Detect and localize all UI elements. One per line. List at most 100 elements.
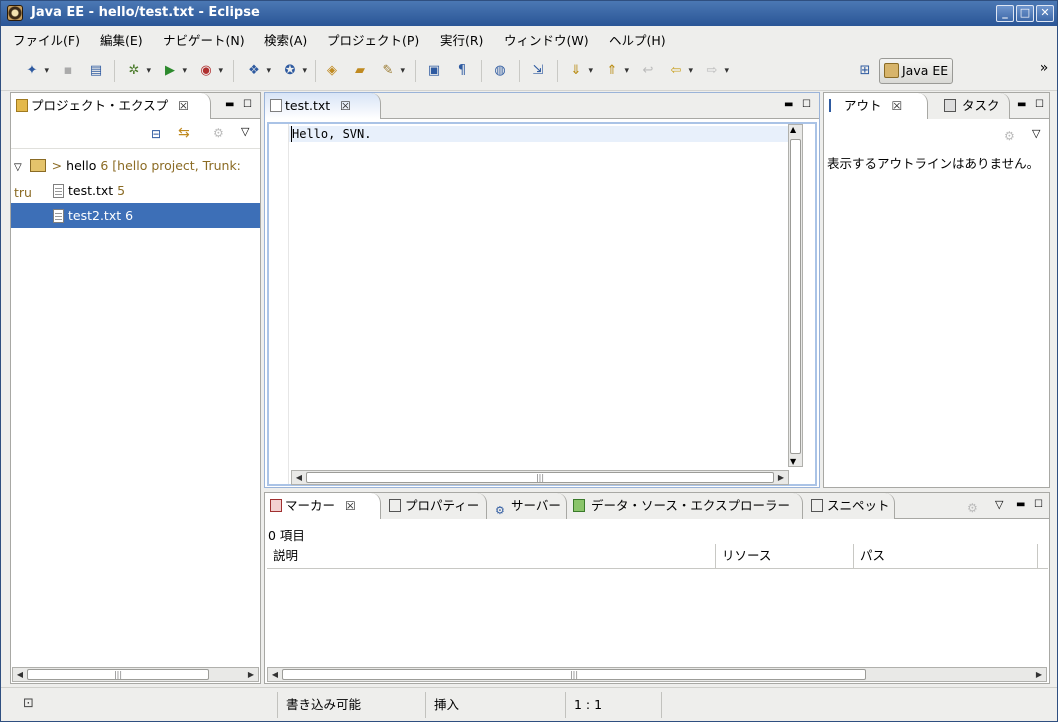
maximize-view-icon[interactable]: ☐ [802, 99, 811, 110]
minimize-view-icon[interactable]: ▬ [225, 99, 234, 110]
menu-navigate[interactable]: ナビゲート(N) [163, 30, 245, 49]
tab-outline[interactable]: アウト ☒ [824, 93, 928, 119]
scroll-left-icon[interactable]: ◀ [13, 668, 27, 681]
window-title: Java EE - hello/test.txt - Eclipse [31, 5, 260, 20]
scroll-thumb[interactable]: ||| [282, 669, 866, 680]
close-icon[interactable]: ☒ [178, 99, 189, 113]
project-explorer-horizontal-scrollbar[interactable]: ◀ ||| ▶ [12, 667, 259, 682]
minimize-view-icon[interactable]: ▬ [784, 99, 793, 110]
tab-snippets[interactable]: スニペット [803, 493, 895, 519]
menu-search[interactable]: 検索(A) [264, 30, 307, 49]
search-icon[interactable]: ✎ [379, 62, 405, 80]
view-menu-icon[interactable]: ▽ [995, 498, 1003, 511]
view-menu-icon[interactable]: ▽ [1032, 127, 1040, 140]
tab-properties[interactable]: プロパティー [381, 493, 487, 519]
project-explorer-tab-label: プロジェクト・エクスプ [31, 98, 169, 113]
markers-table-header: 説明 リソース パス [267, 544, 1048, 569]
minimize-view-icon[interactable]: ▬ [1017, 99, 1026, 110]
tree-item-file-selected[interactable]: test2.txt 6 [11, 203, 260, 228]
minimize-view-icon[interactable]: ▬ [1016, 499, 1025, 510]
maximize-view-icon[interactable]: ☐ [1034, 499, 1043, 510]
forward-icon[interactable]: ⇨ [703, 62, 729, 80]
debug-icon[interactable]: ✲ [125, 62, 151, 80]
menu-help[interactable]: ヘルプ(H) [609, 30, 666, 49]
scroll-thumb[interactable]: ||| [27, 669, 209, 680]
column-description[interactable]: 説明 [267, 544, 716, 568]
open-type-icon[interactable]: ◈ [323, 62, 341, 80]
show-whitespace-icon[interactable]: ¶ [453, 62, 471, 80]
save-icon[interactable]: ▪ [59, 62, 77, 80]
tab-test-txt[interactable]: test.txt ☒ [265, 93, 381, 119]
tab-project-explorer[interactable]: プロジェクト・エクスプ ☒ [11, 93, 211, 119]
editor-vertical-scrollbar[interactable]: ▲ ▼ [788, 124, 803, 467]
scroll-up-icon[interactable]: ▲ [790, 125, 796, 134]
menu-project[interactable]: プロジェクト(P) [327, 30, 419, 49]
view-menu-icon[interactable]: ▽ [241, 125, 249, 138]
data-source-icon [573, 499, 585, 512]
perspective-java-ee-button[interactable]: Java EE [879, 58, 953, 84]
menu-file[interactable]: ファイル(F) [13, 30, 80, 49]
collapse-all-icon[interactable]: ⊟ [151, 127, 161, 141]
tab-data-source-explorer[interactable]: データ・ソース・エクスプローラー [567, 493, 803, 519]
editor-panel: test.txt ☒ ▬ ☐ Hello, SVN. ▲ ▼ ◀ ||| ▶ [264, 92, 820, 488]
scroll-left-icon[interactable]: ◀ [292, 471, 306, 484]
tree-item-project-hello[interactable]: ▽ > hello 6 [hello project, Trunk: tru [11, 153, 260, 200]
browser-icon[interactable]: ◍ [491, 62, 509, 80]
title-bar[interactable]: Java EE - hello/test.txt - Eclipse _ □ ✕ [1, 1, 1057, 26]
back-icon[interactable]: ⇦ [667, 62, 693, 80]
tree-item-file[interactable]: test.txt 5 [11, 178, 260, 203]
close-icon[interactable]: ☒ [345, 499, 356, 513]
scroll-right-icon[interactable]: ▶ [1032, 668, 1046, 681]
scroll-thumb[interactable]: ||| [306, 472, 774, 483]
next-annotation-icon[interactable]: ⇓ [567, 62, 593, 80]
previous-annotation-icon[interactable]: ⇑ [603, 62, 629, 80]
expand-triangle-icon[interactable]: ▽ [14, 162, 22, 173]
text-file-icon [53, 209, 64, 223]
editor-text[interactable]: Hello, SVN. [291, 126, 371, 142]
minimize-button[interactable]: _ [996, 5, 1014, 22]
scroll-right-icon[interactable]: ▶ [244, 668, 258, 681]
status-cursor-position: 1 : 1 [565, 692, 661, 718]
text-editor[interactable]: Hello, SVN. ▲ ▼ ◀ ||| ▶ [267, 122, 817, 486]
toolbar-overflow-icon[interactable]: » [1035, 59, 1053, 77]
open-perspective-icon[interactable]: ⊞ [856, 62, 874, 80]
close-icon[interactable]: ☒ [892, 99, 903, 113]
column-resource[interactable]: リソース [716, 544, 854, 568]
maximize-view-icon[interactable]: ☐ [1035, 99, 1044, 110]
link-with-editor-icon[interactable]: ⇆ [178, 125, 190, 141]
toggle-block-icon[interactable]: ▣ [425, 62, 443, 80]
tab-markers[interactable]: マーカー ☒ [265, 493, 381, 519]
new-server-icon[interactable]: ❖ [245, 62, 271, 80]
pin-icon[interactable]: ⇲ [529, 62, 547, 80]
column-path[interactable]: パス [854, 544, 1038, 568]
properties-tab-label: プロパティー [405, 498, 480, 513]
editor-horizontal-scrollbar[interactable]: ◀ ||| ▶ [291, 470, 789, 485]
new-web-service-icon[interactable]: ✪ [281, 62, 307, 80]
markers-horizontal-scrollbar[interactable]: ◀ ||| ▶ [267, 667, 1047, 682]
view-menu-disabled-icon: ⚙ [1004, 129, 1015, 143]
text-file-icon [53, 184, 64, 198]
maximize-button[interactable]: □ [1016, 5, 1034, 22]
new-icon[interactable]: ✦ [23, 62, 49, 80]
scroll-thumb[interactable] [790, 139, 801, 454]
tab-tasks[interactable]: タスク [928, 93, 1010, 119]
scroll-down-icon[interactable]: ▼ [790, 457, 796, 466]
external-tools-icon[interactable]: ◉ [197, 62, 223, 80]
menu-edit[interactable]: 編集(E) [100, 30, 143, 49]
last-edit-icon[interactable]: ↩ [639, 62, 657, 80]
open-folder-icon[interactable]: ▰ [351, 62, 369, 80]
scroll-left-icon[interactable]: ◀ [268, 668, 282, 681]
maximize-view-icon[interactable]: ☐ [243, 99, 252, 110]
servers-tab-label: サーバー [511, 498, 561, 513]
status-divider [661, 692, 662, 718]
run-icon[interactable]: ▶ [161, 62, 187, 80]
marker-count: 0 項目 [268, 528, 305, 543]
fast-view-icon[interactable]: ⊡ [23, 696, 34, 711]
close-icon[interactable]: ☒ [340, 99, 351, 113]
print-icon[interactable]: ▤ [87, 62, 105, 80]
close-button[interactable]: ✕ [1036, 5, 1054, 22]
scroll-right-icon[interactable]: ▶ [774, 471, 788, 484]
tab-servers[interactable]: ⚙ サーバー [487, 493, 567, 519]
menu-run[interactable]: 実行(R) [440, 30, 483, 49]
menu-window[interactable]: ウィンドウ(W) [504, 30, 589, 49]
